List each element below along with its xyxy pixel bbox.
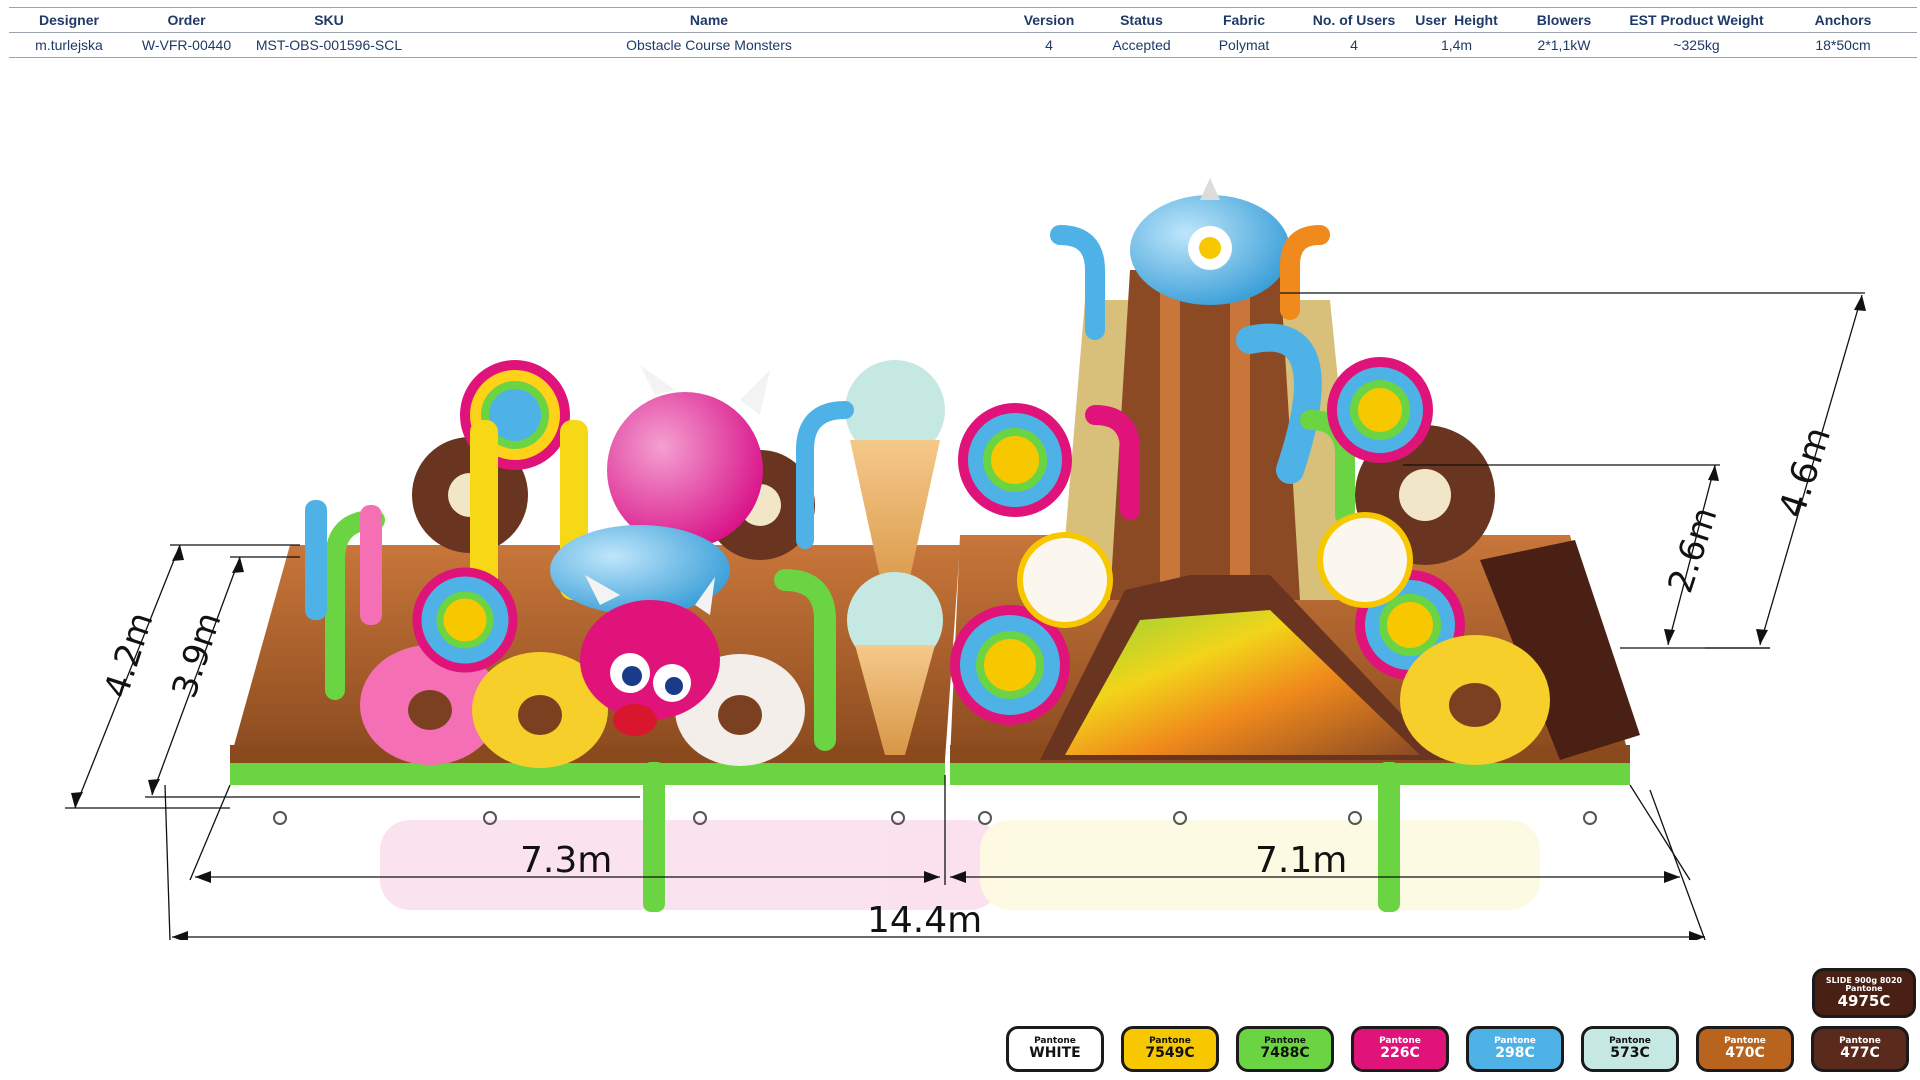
dim-right-length: 7.1m: [1255, 840, 1347, 881]
header-height: User Height: [1409, 7, 1504, 33]
pantone-swatch: Pantone 226C: [1351, 1026, 1449, 1072]
header-version: Version: [1004, 7, 1094, 33]
spec-value-row: m.turlejska W-VFR-00440 MST-OBS-001596-S…: [9, 32, 1917, 58]
header-weight: EST Product Weight: [1624, 7, 1769, 33]
value-version: 4: [1004, 32, 1094, 58]
left-module: [230, 360, 960, 785]
value-order: W-VFR-00440: [129, 32, 244, 58]
swatch-code: 298C: [1495, 1045, 1535, 1062]
swatch-code: 470C: [1725, 1045, 1765, 1062]
header-fabric: Fabric: [1189, 7, 1299, 33]
pantone-swatch: Pantone 477C: [1811, 1026, 1909, 1072]
dim-left-depth-inner: 3.9m: [165, 607, 230, 702]
header-name: Name: [414, 7, 1004, 33]
header-status: Status: [1094, 7, 1189, 33]
value-name: Obstacle Course Monsters: [414, 32, 1004, 58]
value-users: 4: [1299, 32, 1409, 58]
swatch-code: 226C: [1380, 1045, 1420, 1062]
header-order: Order: [129, 7, 244, 33]
pantone-swatch: Pantone 298C: [1466, 1026, 1564, 1072]
swatch-code: 7549C: [1145, 1045, 1195, 1062]
pantone-swatch: Pantone 7549C: [1121, 1026, 1219, 1072]
product-render: 4.2m 3.9m 7.3m 7.1m 14.4m 2.6m 4.6m: [65, 178, 1866, 940]
value-blowers: 2*1,1kW: [1504, 32, 1624, 58]
header-users: No. of Users: [1299, 7, 1409, 33]
header-anchors: Anchors: [1769, 7, 1917, 33]
spec-header-row: Designer Order SKU Name Version Status F…: [9, 7, 1917, 33]
value-status: Accepted: [1094, 32, 1189, 58]
dim-left-length: 7.3m: [520, 840, 612, 881]
value-designer: m.turlejska: [9, 32, 129, 58]
dim-max-height: 4.6m: [1772, 422, 1840, 522]
swatch-code: 477C: [1840, 1045, 1880, 1062]
pantone-swatch: Pantone 470C: [1696, 1026, 1794, 1072]
pantone-swatch: Pantone WHITE: [1006, 1026, 1104, 1072]
value-anchors: 18*50cm: [1769, 32, 1917, 58]
header-blowers: Blowers: [1504, 7, 1624, 33]
header-sku: SKU: [244, 7, 414, 33]
dim-slide-height: 2.6m: [1661, 502, 1726, 597]
value-sku: MST-OBS-001596-SCL: [244, 32, 414, 58]
header-designer: Designer: [9, 7, 129, 33]
dim-total-length: 14.4m: [867, 900, 982, 940]
pantone-swatch: Pantone 7488C: [1236, 1026, 1334, 1072]
swatch-code: 7488C: [1260, 1045, 1310, 1062]
swatch-code: WHITE: [1029, 1045, 1081, 1062]
right-module: [950, 178, 1640, 785]
spec-table: Designer Order SKU Name Version Status F…: [9, 7, 1917, 58]
slide-swatch-code: 4975C: [1837, 991, 1891, 1010]
swatch-code: 573C: [1610, 1045, 1650, 1062]
value-fabric: Polymat: [1189, 32, 1299, 58]
value-weight: ~325kg: [1624, 32, 1769, 58]
value-height: 1,4m: [1409, 32, 1504, 58]
pantone-swatch: Pantone 573C: [1581, 1026, 1679, 1072]
pantone-swatch-slide: SLIDE 900g 8020 Pantone 4975C: [1812, 968, 1916, 1018]
dim-left-depth-outer: 4.2m: [97, 607, 162, 702]
